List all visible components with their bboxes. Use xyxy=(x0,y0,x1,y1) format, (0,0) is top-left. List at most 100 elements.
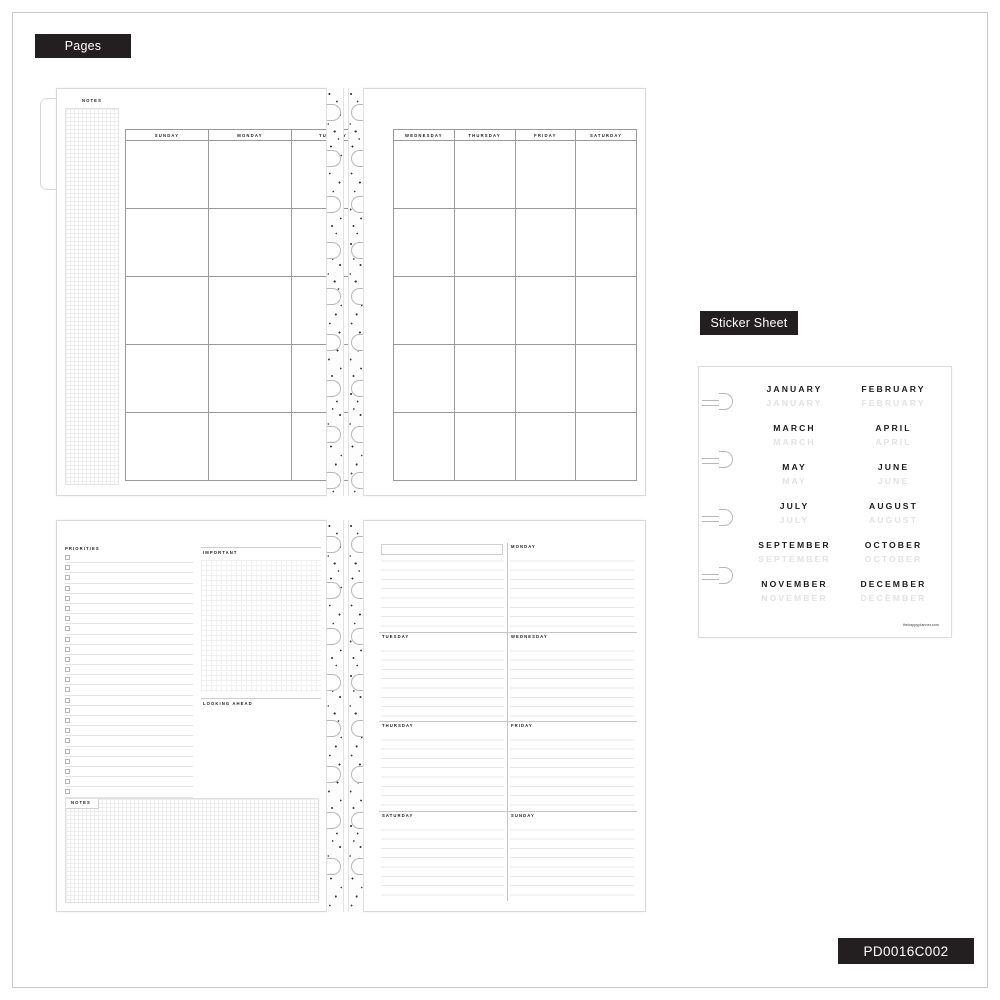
priority-row[interactable] xyxy=(65,645,193,655)
month-sticker-pair[interactable]: JULY JULY xyxy=(745,502,844,524)
month-sticker-pair[interactable]: DECEMBER DECEMBER xyxy=(844,580,943,602)
priority-row[interactable] xyxy=(65,736,193,747)
checkbox-icon[interactable] xyxy=(65,779,70,785)
weekly-day-cell[interactable]: THURSDAY xyxy=(379,722,508,812)
checkbox-icon[interactable] xyxy=(65,677,70,683)
month-sticker-solid[interactable]: JUNE xyxy=(844,463,943,472)
checkbox-icon[interactable] xyxy=(65,626,70,632)
checkbox-icon[interactable] xyxy=(65,575,70,581)
priority-row[interactable] xyxy=(65,706,193,716)
month-sticker-outline[interactable]: JANUARY xyxy=(745,398,844,408)
checkbox-icon[interactable] xyxy=(65,789,70,795)
month-sticker-outline[interactable]: OCTOBER xyxy=(844,554,943,564)
priority-row[interactable] xyxy=(65,767,193,778)
weekly-day-cell[interactable]: TUESDAY xyxy=(379,632,508,722)
month-sticker-pair[interactable]: NOVEMBER NOVEMBER xyxy=(745,580,844,602)
month-sticker-solid[interactable]: SEPTEMBER xyxy=(745,541,844,550)
checkbox-icon[interactable] xyxy=(65,646,70,652)
month-sticker-pair[interactable]: FEBRUARY FEBRUARY xyxy=(844,385,943,407)
priority-row[interactable] xyxy=(65,624,193,635)
month-sticker-outline[interactable]: AUGUST xyxy=(844,515,943,525)
priority-row[interactable] xyxy=(65,685,193,696)
priority-row[interactable] xyxy=(65,604,193,615)
calendar-day-cell xyxy=(126,413,209,481)
checkbox-icon[interactable] xyxy=(65,718,70,723)
priority-row[interactable] xyxy=(65,635,193,645)
month-sticker-solid[interactable]: JULY xyxy=(745,502,844,511)
month-sticker-pair[interactable]: JUNE JUNE xyxy=(844,463,943,485)
month-sticker-outline[interactable]: SEPTEMBER xyxy=(745,554,844,564)
priority-row[interactable] xyxy=(65,614,193,625)
checkbox-icon[interactable] xyxy=(65,768,70,774)
weekly-blank-cell[interactable] xyxy=(379,543,508,633)
month-sticker-pair[interactable]: OCTOBER OCTOBER xyxy=(844,541,943,563)
disc-binding-punch xyxy=(349,858,363,876)
month-sticker-solid[interactable]: MARCH xyxy=(745,424,844,433)
weekly-day-cell[interactable]: MONDAY xyxy=(508,543,637,633)
month-sticker-outline[interactable]: MAY xyxy=(745,476,844,486)
priority-row[interactable] xyxy=(65,787,193,798)
month-sticker-solid[interactable]: MAY xyxy=(745,463,844,472)
priority-row[interactable] xyxy=(65,675,193,686)
checkbox-icon[interactable] xyxy=(65,707,70,713)
weekly-day-cell[interactable]: FRIDAY xyxy=(508,722,637,812)
priority-row[interactable] xyxy=(65,747,193,757)
month-sticker-pair[interactable]: MARCH MARCH xyxy=(745,424,844,446)
month-sticker-solid[interactable]: JANUARY xyxy=(745,385,844,394)
priority-row[interactable] xyxy=(65,757,193,767)
checkbox-icon[interactable] xyxy=(65,687,70,693)
month-sticker-outline[interactable]: DECEMBER xyxy=(844,593,943,603)
priority-row[interactable] xyxy=(65,726,193,737)
checkbox-icon[interactable] xyxy=(65,667,70,673)
month-sticker-pair[interactable]: SEPTEMBER SEPTEMBER xyxy=(745,541,844,563)
priority-row[interactable] xyxy=(65,553,193,564)
checkbox-icon[interactable] xyxy=(65,565,70,571)
checkbox-icon[interactable] xyxy=(65,605,70,611)
priority-row[interactable] xyxy=(65,584,193,594)
month-sticker-solid[interactable]: NOVEMBER xyxy=(745,580,844,589)
checkbox-icon[interactable] xyxy=(65,595,70,601)
checkbox-icon[interactable] xyxy=(65,738,70,744)
checkbox-icon[interactable] xyxy=(65,656,70,662)
priority-row[interactable] xyxy=(65,594,193,604)
month-sticker-outline[interactable]: JUNE xyxy=(844,476,943,486)
checkbox-icon[interactable] xyxy=(65,748,70,754)
weekly-day-cell[interactable]: SATURDAY xyxy=(379,811,508,901)
checkbox-icon[interactable] xyxy=(65,697,70,703)
checkbox-icon[interactable] xyxy=(65,728,70,734)
priority-row[interactable] xyxy=(65,573,193,584)
weekly-day-cell[interactable]: SUNDAY xyxy=(508,812,637,902)
checkbox-icon[interactable] xyxy=(65,758,70,764)
monthly-notes-grid xyxy=(65,108,119,485)
weekly-day-cell[interactable]: WEDNESDAY xyxy=(508,633,637,722)
checkbox-icon[interactable] xyxy=(65,636,70,642)
calendar-day-cell xyxy=(126,209,209,277)
month-sticker-outline[interactable]: MARCH xyxy=(745,437,844,447)
calendar-day-cell xyxy=(394,209,455,277)
priorities-label: PRIORITIES xyxy=(65,546,100,551)
month-sticker-solid[interactable]: DECEMBER xyxy=(844,580,943,589)
disc-binding-punch xyxy=(349,812,363,830)
priority-row[interactable] xyxy=(65,696,193,706)
month-sticker-pair[interactable]: JANUARY JANUARY xyxy=(745,385,844,407)
month-sticker-solid[interactable]: FEBRUARY xyxy=(844,385,943,394)
month-sticker-outline[interactable]: APRIL xyxy=(844,437,943,447)
month-sticker-outline[interactable]: JULY xyxy=(745,515,844,525)
priority-row[interactable] xyxy=(65,716,193,727)
checkbox-icon[interactable] xyxy=(65,585,70,591)
calendar-day-header: MONDAY xyxy=(209,130,292,141)
month-sticker-pair[interactable]: APRIL APRIL xyxy=(844,424,943,446)
month-sticker-outline[interactable]: FEBRUARY xyxy=(844,398,943,408)
priority-row[interactable] xyxy=(65,563,193,574)
checkbox-icon[interactable] xyxy=(65,555,70,560)
month-sticker-solid[interactable]: AUGUST xyxy=(844,502,943,511)
priority-row[interactable] xyxy=(65,665,193,676)
month-sticker-pair[interactable]: MAY MAY xyxy=(745,463,844,485)
month-sticker-outline[interactable]: NOVEMBER xyxy=(745,593,844,603)
priority-row[interactable] xyxy=(65,777,193,788)
month-sticker-solid[interactable]: OCTOBER xyxy=(844,541,943,550)
month-sticker-solid[interactable]: APRIL xyxy=(844,424,943,433)
priority-row[interactable] xyxy=(65,655,193,666)
checkbox-icon[interactable] xyxy=(65,616,70,622)
month-sticker-pair[interactable]: AUGUST AUGUST xyxy=(844,502,943,524)
